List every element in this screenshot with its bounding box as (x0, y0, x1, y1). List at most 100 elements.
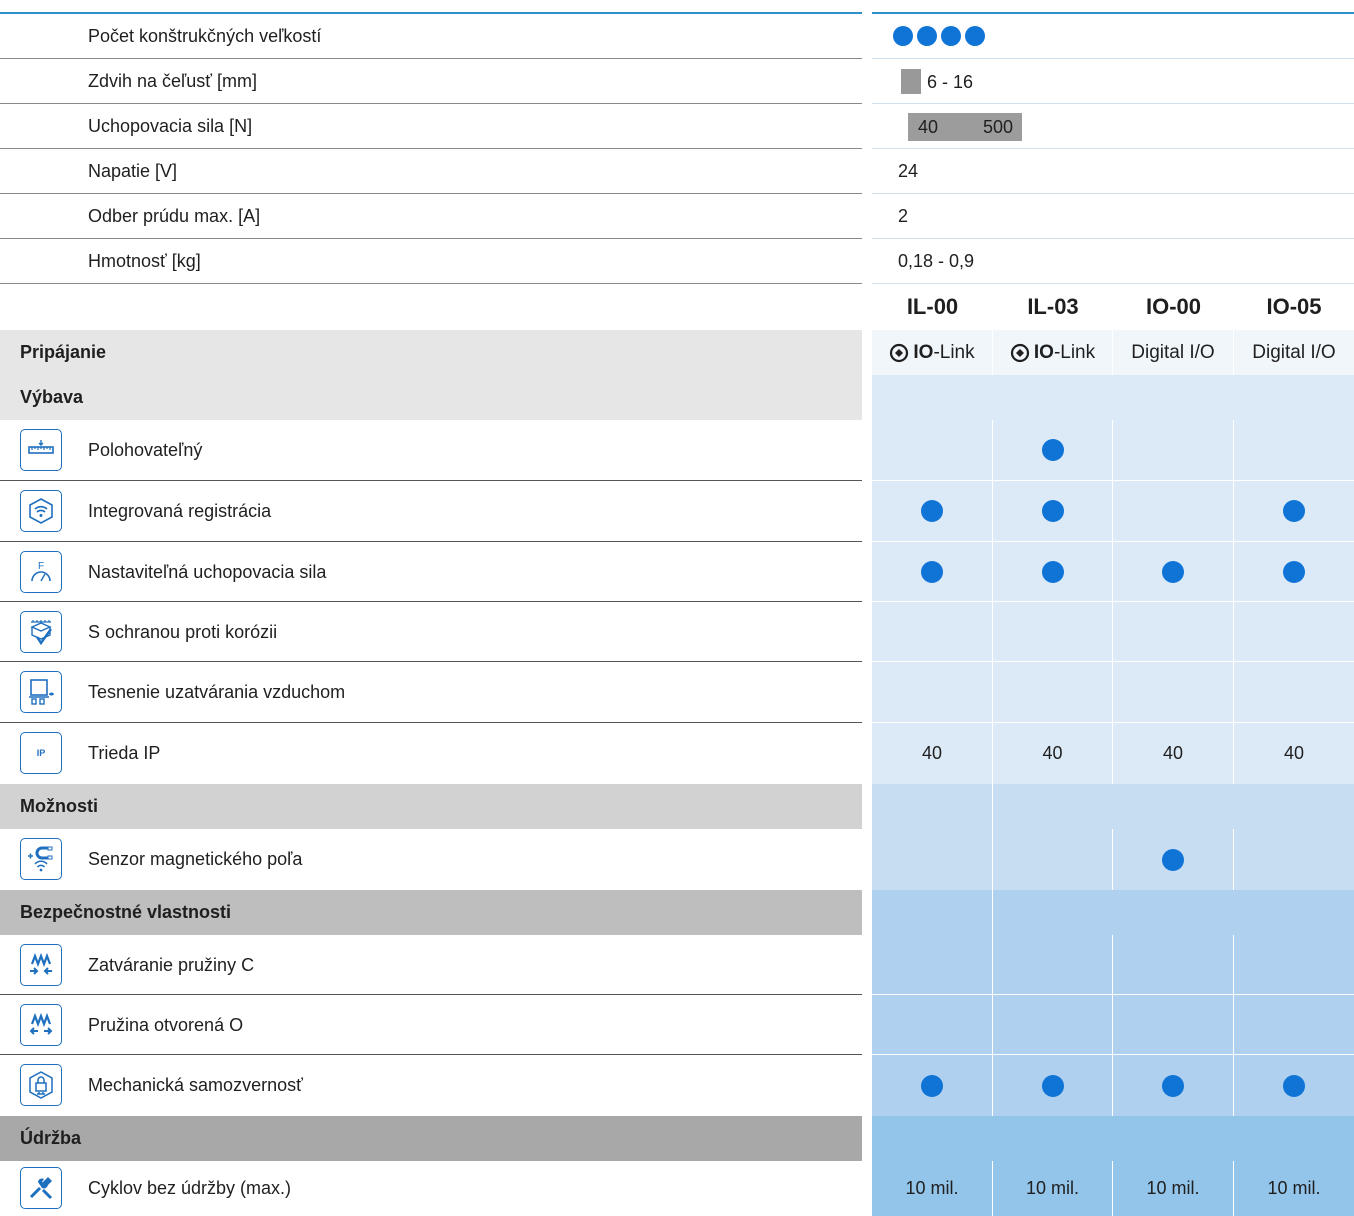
feature-dot (1283, 500, 1305, 522)
mark-cell (1113, 935, 1234, 995)
feature-dot (921, 560, 943, 583)
stroke-bar (901, 69, 921, 94)
lock-icon (20, 1064, 62, 1106)
mark-cell (993, 829, 1113, 890)
size-dot (941, 26, 961, 46)
mark-cell (872, 542, 993, 602)
mark-cell (1113, 1055, 1234, 1116)
summary-row-sizes: Počet konštrukčných veľkostí (0, 14, 1354, 59)
summary-row-voltage: Napatie [V] 24 (0, 149, 1354, 194)
feature-label: S ochranou proti korózii (88, 621, 278, 642)
feature-label: Integrovaná registrácia (88, 501, 272, 521)
size-dot (893, 26, 913, 46)
mark-cell (872, 935, 993, 995)
summary-value: 2 (898, 206, 909, 226)
feature-label: Trieda IP (88, 743, 161, 763)
mark-cell (993, 420, 1113, 481)
feature-label: Pružina otvorená O (88, 1014, 244, 1035)
feature-dot (921, 500, 943, 522)
mark-cell (872, 602, 993, 662)
feature-row-corrosion: S ochranou proti korózii (0, 602, 1354, 662)
spring-open-icon (20, 1004, 62, 1046)
feature-row-magnetic-sensor: Senzor magnetického poľa (0, 829, 1354, 890)
summary-label: Zdvih na čeľusť [mm] (88, 71, 258, 91)
summary-row-current: Odber prúdu max. [A] 2 (0, 194, 1354, 239)
feature-row-spring-open: Pružina otvorená O (0, 995, 1354, 1055)
summary-label: Odber prúdu max. [A] (88, 206, 261, 226)
section-title: Bezpečnostné vlastnosti (20, 902, 232, 922)
feature-row-sealing-air: Tesnenie uzatvárania vzduchom (0, 662, 1354, 723)
mark-cell (1113, 420, 1234, 481)
cycles-value: 10 mil. (1234, 1161, 1354, 1216)
mark-cell (993, 1055, 1113, 1116)
io-link-logo: IO -Link (889, 341, 975, 364)
feature-label: Zatváranie pružiny C (88, 954, 255, 975)
feature-dot (1162, 560, 1184, 583)
ip-value: 40 (1113, 723, 1234, 784)
summary-label: Počet konštrukčných veľkostí (88, 26, 322, 46)
mark-cell (1113, 602, 1234, 662)
feature-label: Nastaviteľná uchopovacia sila (88, 561, 327, 582)
summary-value: 24 (898, 161, 919, 181)
connection-label: Pripájanie (20, 342, 107, 362)
section-header-equipment: Výbava (0, 375, 1354, 420)
feature-label: Polohovateľný (88, 440, 203, 460)
size-dot (965, 26, 985, 46)
mark-cell (1113, 829, 1234, 890)
feature-dot (1041, 1074, 1064, 1097)
force-gauge-icon: F (20, 551, 62, 593)
mark-cell (1113, 995, 1234, 1055)
feature-label: Mechanická samozvernosť (88, 1075, 303, 1095)
mark-cell (1234, 420, 1354, 481)
feature-row-cycles: Cyklov bez údržby (max.) 10 mil. 10 mil.… (0, 1161, 1354, 1216)
connection-label-bg: Pripájanie (0, 330, 862, 375)
feature-dot (1283, 560, 1305, 583)
variant-header: IO-05 (1266, 294, 1322, 319)
feature-label: Cyklov bez údržby (max.) (88, 1178, 292, 1198)
mark-cell (1113, 542, 1234, 602)
cycles-value: 10 mil. (993, 1161, 1113, 1216)
ip-value: 40 (1234, 723, 1354, 784)
io-suffix: -Link (1053, 341, 1096, 363)
ip-icon: IP (20, 732, 62, 774)
variant-header: IL-03 (1027, 294, 1079, 319)
corrosion-shield-icon (20, 611, 62, 653)
force-min: 40 (918, 117, 939, 137)
mark-cell (1234, 481, 1354, 542)
section-title: Údržba (20, 1128, 82, 1148)
io-link-logo: IO -Link (1010, 342, 1095, 364)
force-range-bar: 40 500 (908, 113, 1022, 141)
section-header-safety: Bezpečnostné vlastnosti (0, 890, 1354, 935)
wifi-sensor-icon (20, 490, 62, 532)
summary-label: Hmotnosť [kg] (88, 251, 201, 271)
section-header-maintenance: Údržba (0, 1116, 1354, 1161)
feature-label: Senzor magnetického poľa (88, 849, 303, 869)
summary-row-weight: Hmotnosť [kg] 0,18 - 0,9 (0, 239, 1354, 284)
connection-cell: IO -Link (993, 330, 1113, 375)
feature-row-spring-close: Zatváranie pružiny C (0, 935, 1354, 995)
mark-cell (872, 481, 993, 542)
mark-cell (872, 995, 993, 1055)
feature-dot (1041, 439, 1064, 461)
mark-cell (872, 1055, 993, 1116)
section-title: Výbava (20, 387, 84, 407)
io-prefix: IO (1033, 341, 1054, 363)
section-header-options: Možnosti (0, 784, 1354, 829)
mark-cell (1234, 829, 1354, 890)
summary-label: Uchopovacia sila [N] (88, 116, 253, 136)
mark-cell (993, 542, 1113, 602)
connection-cell: IO -Link (872, 330, 993, 375)
size-count-dots (893, 26, 989, 51)
feature-row-ip: IP Trieda IP 40 40 40 40 (0, 723, 1354, 784)
mark-cell (1234, 935, 1354, 995)
feature-label: Tesnenie uzatvárania vzduchom (88, 682, 346, 702)
variant-header: IL-00 (906, 294, 959, 319)
feature-row-integrated-sensing: Integrovaná registrácia (0, 481, 1354, 542)
cycles-value: 10 mil. (1113, 1161, 1234, 1216)
io-prefix: IO (913, 341, 934, 363)
magnet-sensor-icon (20, 838, 62, 880)
io-suffix: -Link (933, 341, 975, 363)
io-link-icon (1010, 343, 1029, 362)
connection-row: Pripájanie IO -Link IO -Link Digital I/O D… (0, 330, 1354, 375)
maintenance-tools-icon (20, 1167, 62, 1209)
